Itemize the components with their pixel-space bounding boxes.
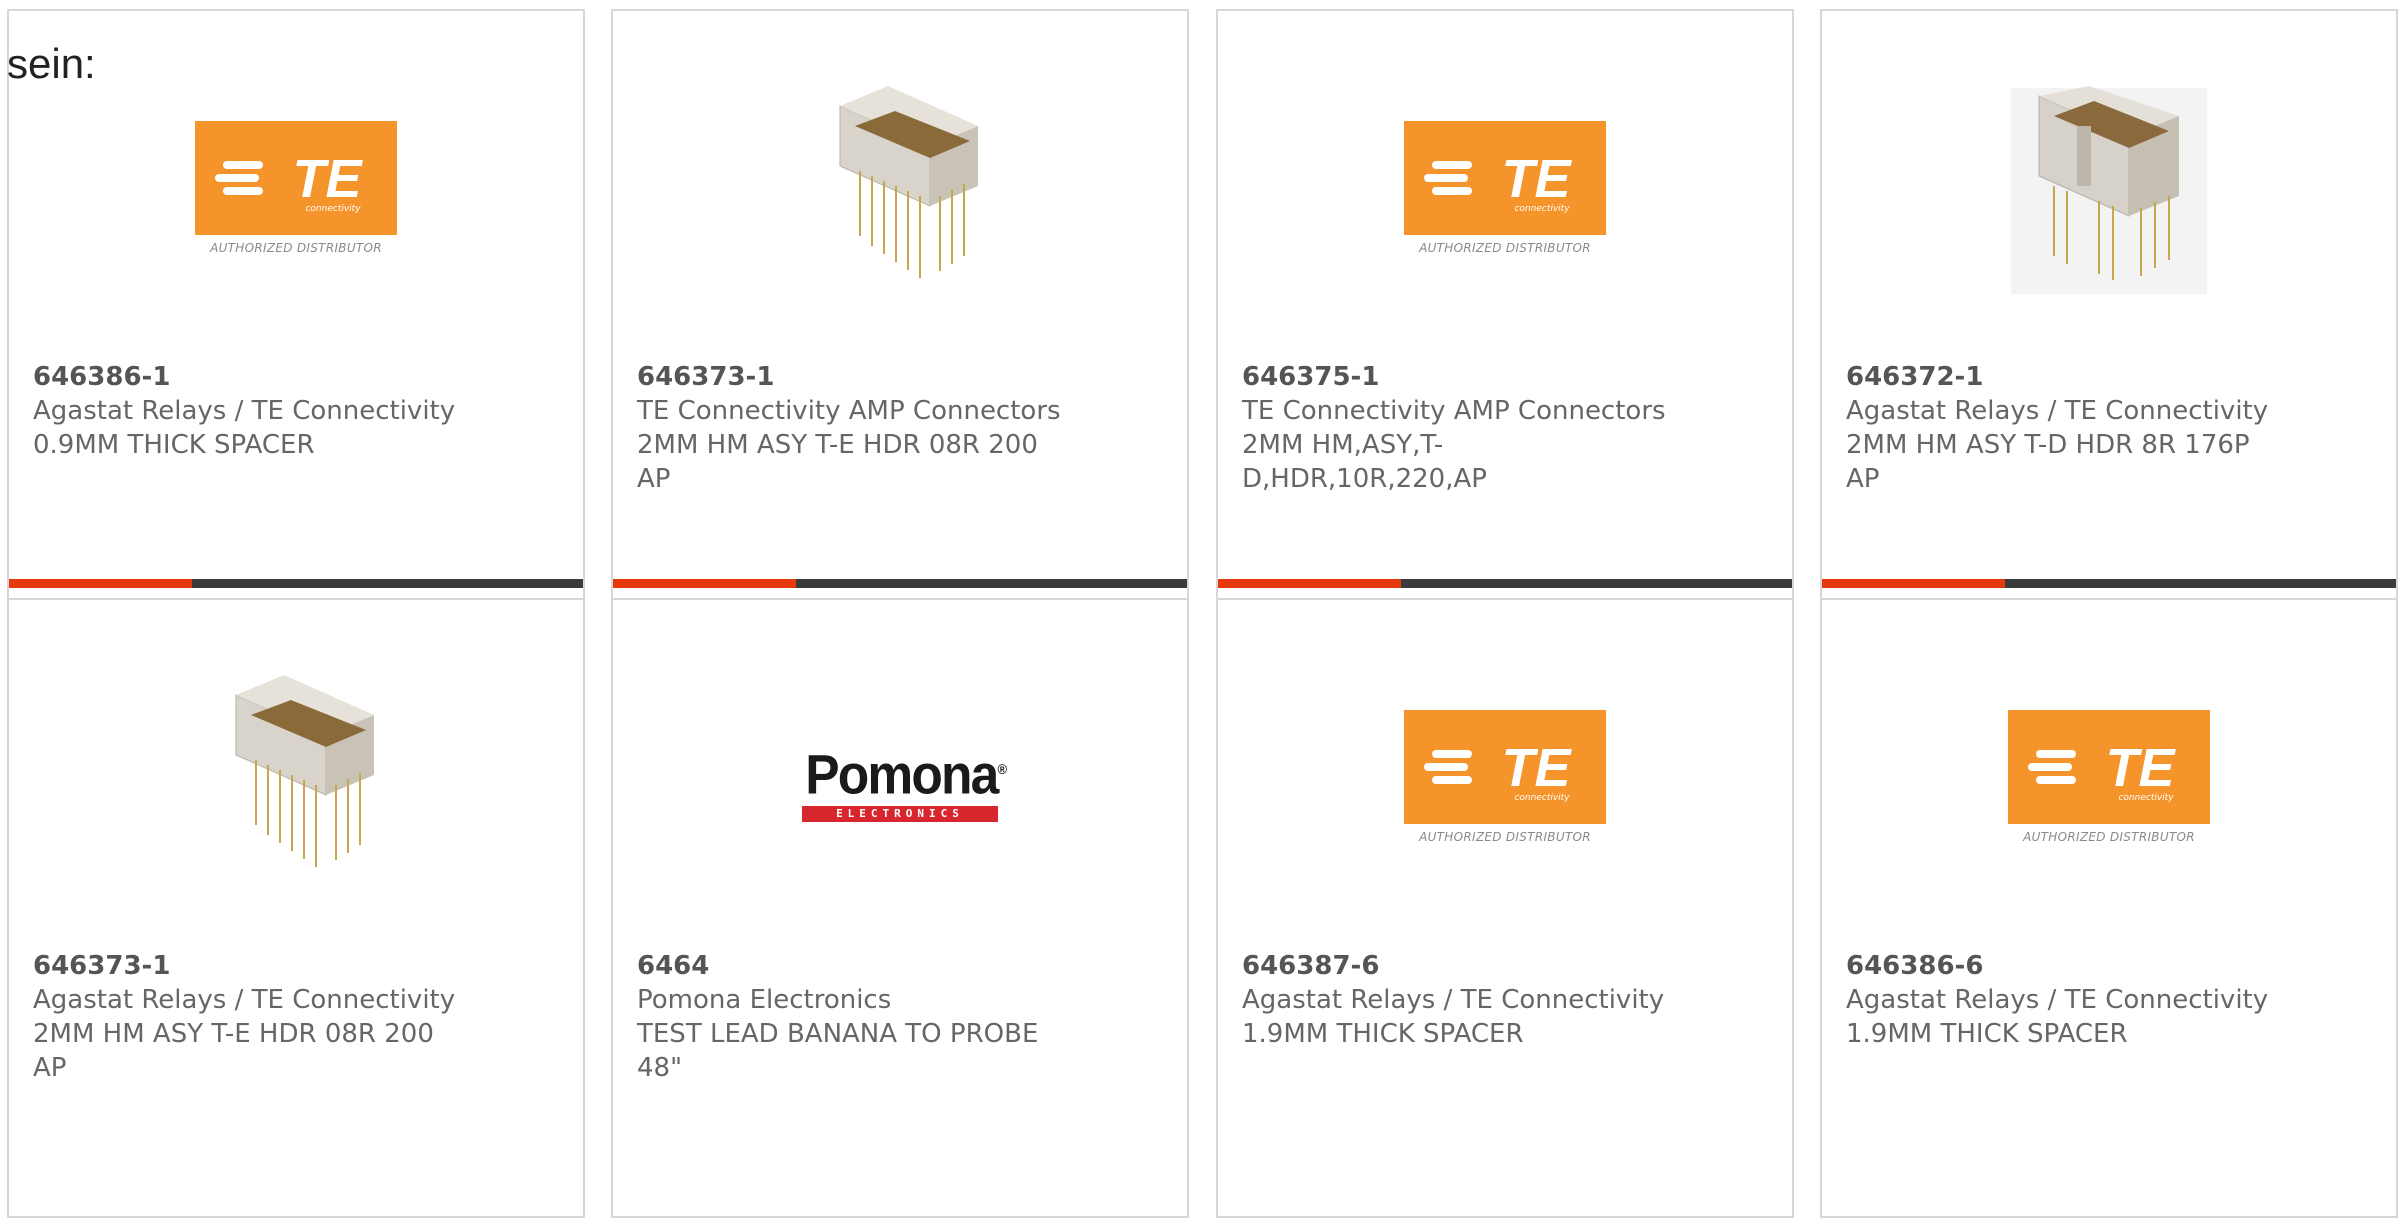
- svg-text:connectivity: connectivity: [2118, 793, 2174, 803]
- product-card[interactable]: TE connectivity AUTHORIZED DISTRIBUTOR 6…: [7, 9, 585, 629]
- part-number[interactable]: 646373-1: [637, 360, 1067, 394]
- part-number[interactable]: 6464: [637, 949, 1067, 983]
- manufacturer: TE Connectivity AMP Connectors: [1242, 396, 1666, 426]
- manufacturer: Pomona Electronics: [637, 985, 892, 1015]
- manufacturer: Agastat Relays / TE Connectivity: [1846, 396, 2269, 426]
- manufacturer: Agastat Relays / TE Connectivity: [33, 985, 456, 1015]
- part-number[interactable]: 646375-1: [1242, 360, 1672, 394]
- svg-text:connectivity: connectivity: [1514, 204, 1570, 214]
- description: 2MM HM ASY T-D HDR 8R 176P AP: [1846, 430, 2250, 494]
- card-bottom-bar: [613, 579, 1187, 588]
- manufacturer: Agastat Relays / TE Connectivity: [1846, 985, 2269, 1015]
- svg-text:connectivity: connectivity: [1514, 793, 1570, 803]
- intro-text: sein:: [7, 40, 96, 87]
- product-image[interactable]: TE connectivity AUTHORIZED DISTRIBUTOR: [1822, 660, 2396, 900]
- product-image[interactable]: [1822, 71, 2396, 311]
- description: 1.9MM THICK SPACER: [1242, 1019, 1524, 1049]
- svg-text:TE: TE: [1501, 738, 1572, 798]
- description: 2MM HM ASY T-E HDR 08R 200 AP: [33, 1019, 434, 1083]
- authorized-distributor-label: AUTHORIZED DISTRIBUTOR: [1419, 830, 1591, 844]
- product-card[interactable]: TE connectivity AUTHORIZED DISTRIBUTOR 6…: [1216, 598, 1794, 1218]
- product-image[interactable]: TE connectivity AUTHORIZED DISTRIBUTOR: [9, 71, 583, 311]
- product-card[interactable]: TE connectivity AUTHORIZED DISTRIBUTOR 6…: [1820, 598, 2398, 1218]
- part-number[interactable]: 646386-6: [1846, 949, 2276, 983]
- card-bottom-bar: [1822, 579, 2396, 588]
- svg-text:TE: TE: [292, 149, 363, 209]
- product-image[interactable]: TE connectivity AUTHORIZED DISTRIBUTOR: [1218, 660, 1792, 900]
- te-connectivity-logo: TE connectivity AUTHORIZED DISTRIBUTOR: [2008, 710, 2210, 850]
- svg-text:TE: TE: [2105, 738, 2176, 798]
- connector-photo: [2011, 86, 2207, 294]
- product-card[interactable]: 646373-1 Agastat Relays / TE Connectivit…: [7, 598, 585, 1218]
- description: 1.9MM THICK SPACER: [1846, 1019, 2128, 1049]
- authorized-distributor-label: AUTHORIZED DISTRIBUTOR: [1419, 241, 1591, 255]
- product-image[interactable]: TE connectivity AUTHORIZED DISTRIBUTOR: [1218, 71, 1792, 311]
- te-connectivity-logo: TE connectivity AUTHORIZED DISTRIBUTOR: [1404, 710, 1606, 850]
- te-connectivity-logo: TE connectivity AUTHORIZED DISTRIBUTOR: [195, 121, 397, 261]
- part-number[interactable]: 646372-1: [1846, 360, 2276, 394]
- part-number[interactable]: 646386-1: [33, 360, 463, 394]
- product-card[interactable]: TE connectivity AUTHORIZED DISTRIBUTOR 6…: [1216, 9, 1794, 629]
- te-connectivity-logo: TE connectivity AUTHORIZED DISTRIBUTOR: [1404, 121, 1606, 261]
- authorized-distributor-label: AUTHORIZED DISTRIBUTOR: [2023, 830, 2195, 844]
- part-number[interactable]: 646373-1: [33, 949, 463, 983]
- manufacturer: TE Connectivity AMP Connectors: [637, 396, 1061, 426]
- product-card[interactable]: Pomona® ELECTRONICS 6464 Pomona Electron…: [611, 598, 1189, 1218]
- description: TEST LEAD BANANA TO PROBE 48": [637, 1019, 1039, 1083]
- pomona-electronics-logo: Pomona® ELECTRONICS: [797, 740, 1007, 822]
- svg-text:TE: TE: [1501, 149, 1572, 209]
- part-number[interactable]: 646387-6: [1242, 949, 1672, 983]
- product-image[interactable]: Pomona® ELECTRONICS: [613, 660, 1187, 900]
- connector-photo: [839, 86, 978, 278]
- product-image[interactable]: [9, 660, 583, 900]
- svg-text:connectivity: connectivity: [305, 204, 361, 214]
- manufacturer: Agastat Relays / TE Connectivity: [33, 396, 456, 426]
- card-bottom-bar: [1218, 579, 1792, 588]
- product-image[interactable]: [613, 71, 1187, 311]
- authorized-distributor-label: AUTHORIZED DISTRIBUTOR: [210, 241, 382, 255]
- product-card[interactable]: 646372-1 Agastat Relays / TE Connectivit…: [1820, 9, 2398, 629]
- manufacturer: Agastat Relays / TE Connectivity: [1242, 985, 1665, 1015]
- description: 0.9MM THICK SPACER: [33, 430, 315, 460]
- product-card[interactable]: 646373-1 TE Connectivity AMP Connectors …: [611, 9, 1189, 629]
- description: 2MM HM,ASY,T-D,HDR,10R,220,AP: [1242, 430, 1487, 494]
- connector-photo: [235, 675, 374, 867]
- card-bottom-bar: [9, 579, 583, 588]
- description: 2MM HM ASY T-E HDR 08R 200 AP: [637, 430, 1038, 494]
